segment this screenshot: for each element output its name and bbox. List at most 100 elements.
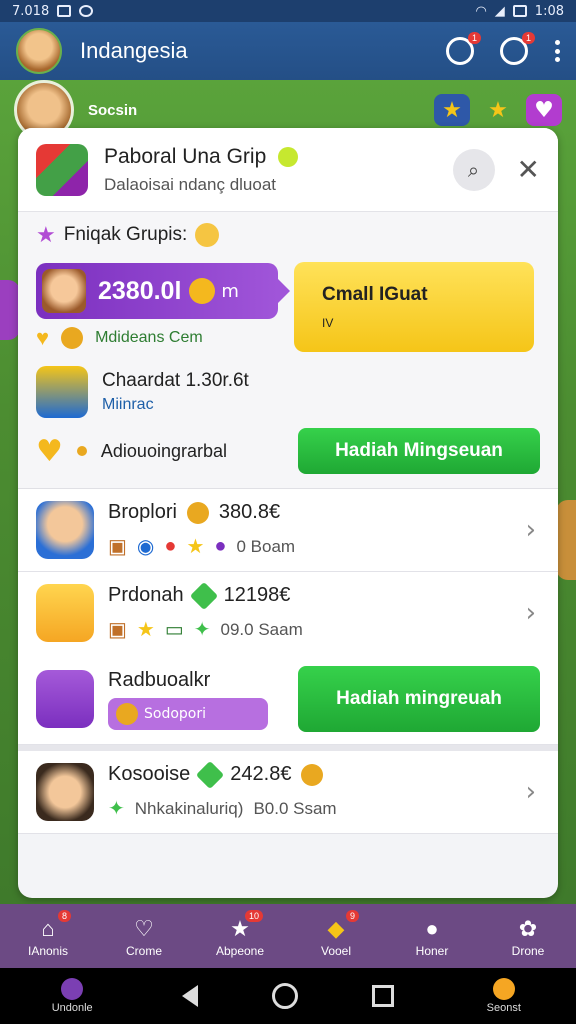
weekly-reward-label: Hadiah Mingseuan <box>335 440 503 461</box>
left-shortcut-label: Undonle <box>51 1002 93 1014</box>
left-shortcut[interactable]: Undonle <box>37 978 107 1014</box>
chevron-right-icon: › <box>525 598 536 628</box>
list-value: 380.8€ <box>218 501 281 523</box>
claim-button-sub: IV <box>322 316 334 330</box>
gem-icon <box>189 581 218 610</box>
close-icon[interactable]: ✕ <box>517 153 540 186</box>
nav-label: Honer <box>415 944 449 958</box>
star-icon: ★ <box>186 536 205 558</box>
members-label: Mdideans Cem <box>95 329 203 346</box>
trophy-icon <box>36 584 94 642</box>
recents-icon[interactable] <box>372 985 395 1007</box>
nav-label: Crome <box>125 944 162 958</box>
gift-box-icon <box>36 143 88 196</box>
star-icon[interactable]: ★ <box>480 94 516 126</box>
group-panel: Paboral Una Grip Dalaoisai ndanç dluoat … <box>18 128 558 898</box>
list-title: Prdonah <box>108 584 184 606</box>
nav-label: Vooel <box>320 944 352 958</box>
chevron-right-icon: › <box>525 515 536 545</box>
person-icon: ● <box>425 916 439 941</box>
right-shortcut[interactable]: Seonst <box>469 978 539 1014</box>
panel-title: Paboral Una Grip <box>104 144 267 168</box>
star-icon[interactable]: ★ <box>434 94 470 126</box>
nav-label: Drone <box>511 944 545 958</box>
profile-avatar[interactable] <box>16 28 62 74</box>
notification-badge: 1 <box>467 32 481 44</box>
notification-button[interactable]: 1 <box>446 32 481 65</box>
recycle-icon: ✦ <box>193 619 211 641</box>
purple-pill[interactable]: Sodopori <box>108 697 268 730</box>
list-value: 242.8€ <box>230 763 292 785</box>
sparkle-icon: ✦ <box>108 798 125 820</box>
status-time-left: 7.018 <box>12 3 50 19</box>
panel-header: Paboral Una Grip Dalaoisai ndanç dluoat … <box>18 128 558 212</box>
mini-avatar <box>42 269 86 313</box>
item2-name: Adiouoingrarbal <box>100 440 227 461</box>
nav-label: Abpeone <box>215 944 265 958</box>
nav-badge: 8 <box>57 910 71 922</box>
points-pill[interactable]: 2380.0l m <box>36 263 290 319</box>
gem-icon <box>196 760 225 789</box>
coins-icon <box>301 763 324 786</box>
nav-item-vooel[interactable]: ◆ 9 Vooel <box>301 910 371 958</box>
points-suffix: m <box>221 280 239 302</box>
nav-item-honer[interactable]: ● Honer <box>397 914 467 958</box>
system-nav: Undonle Seonst <box>0 968 576 1024</box>
list-meta-2: B0.0 Ssam <box>253 798 337 818</box>
nav-badge: 9 <box>345 910 359 922</box>
right-shortcut-label: Seonst <box>486 1002 521 1014</box>
star-icon: ★ <box>136 619 155 641</box>
nav-item-crome[interactable]: ♡ Crome <box>109 914 179 958</box>
app-icon <box>61 978 84 1000</box>
weekly-reward-button[interactable]: Hadiah mingreuah <box>298 666 540 732</box>
game-sub-header: Socsin ★ ★ ♥ <box>14 80 562 140</box>
pill-arrow <box>278 279 290 303</box>
search-icon[interactable]: ⌕ <box>452 148 495 191</box>
notification-icon <box>57 5 72 17</box>
panel-subtitle: Dalaoisai ndanç dluoat <box>104 174 277 194</box>
list-title: Radbuoalkr <box>108 668 211 691</box>
search-button[interactable]: 1 <box>500 32 535 65</box>
list-item[interactable]: Kosooise 242.8€ ✦ Nhkakinaluriq) B0.0 Ss… <box>18 745 558 834</box>
dot-icon <box>76 446 87 456</box>
background-decoration <box>556 500 576 580</box>
section-title: Fniqak Grupis: <box>63 224 188 245</box>
claim-button[interactable]: Cmall IGuat IV <box>294 262 534 352</box>
list-meta: 0 Boam <box>236 536 296 556</box>
nav-item-abpeone[interactable]: ★ 10 Abpeone <box>205 910 275 958</box>
search-badge: 1 <box>521 32 535 44</box>
list-item[interactable]: Broplori 380.8€ ▣ ◉ ● ★ ● 0 Boam › <box>18 489 558 572</box>
wifi-icon: ◠ <box>475 3 487 19</box>
item-value: 1.30r.6t <box>185 370 249 391</box>
list-item[interactable]: Prdonah 12198€ ▣ ★ ▭ ✦ 09.0 Saam › <box>18 572 558 654</box>
list-avatar <box>36 501 94 559</box>
more-options-icon[interactable] <box>554 40 560 62</box>
heart-icon[interactable]: ♥ <box>526 94 562 126</box>
list-value: 12198€ <box>223 584 291 606</box>
chest-icon <box>36 366 88 418</box>
list-meta: Nhkakinaluriq) <box>134 798 244 818</box>
gift-icon: ▣ <box>108 619 127 641</box>
vpn-icon <box>79 5 94 17</box>
item-sub: Miinrac <box>102 396 154 413</box>
badge-icon: ● <box>214 535 227 557</box>
weekly-reward-button[interactable]: Hadiah Mingseuan <box>298 428 540 474</box>
status-dot-icon <box>278 146 299 167</box>
coin-icon <box>61 327 84 349</box>
item-name: Chaardat <box>102 370 181 391</box>
chevron-right-icon: › <box>525 777 536 807</box>
gift-icon: ▣ <box>108 536 127 558</box>
bunny-avatar <box>36 670 94 728</box>
nav-item-home[interactable]: ⌂ 8 IAnonis <box>13 910 83 958</box>
pill-text: Sodopori <box>144 705 207 722</box>
list-avatar <box>36 763 94 821</box>
ticket-icon: ▭ <box>164 619 184 641</box>
nav-item-drone[interactable]: ✿ Drone <box>493 914 563 958</box>
weekly-reward-label: Hadiah mingreuah <box>336 688 502 709</box>
back-icon[interactable] <box>181 985 198 1007</box>
smiley-icon <box>195 223 220 247</box>
home-button-icon[interactable] <box>271 983 298 1009</box>
coin-icon <box>186 501 209 524</box>
star-icon: ★ <box>36 222 56 247</box>
app-icon <box>492 978 515 1000</box>
